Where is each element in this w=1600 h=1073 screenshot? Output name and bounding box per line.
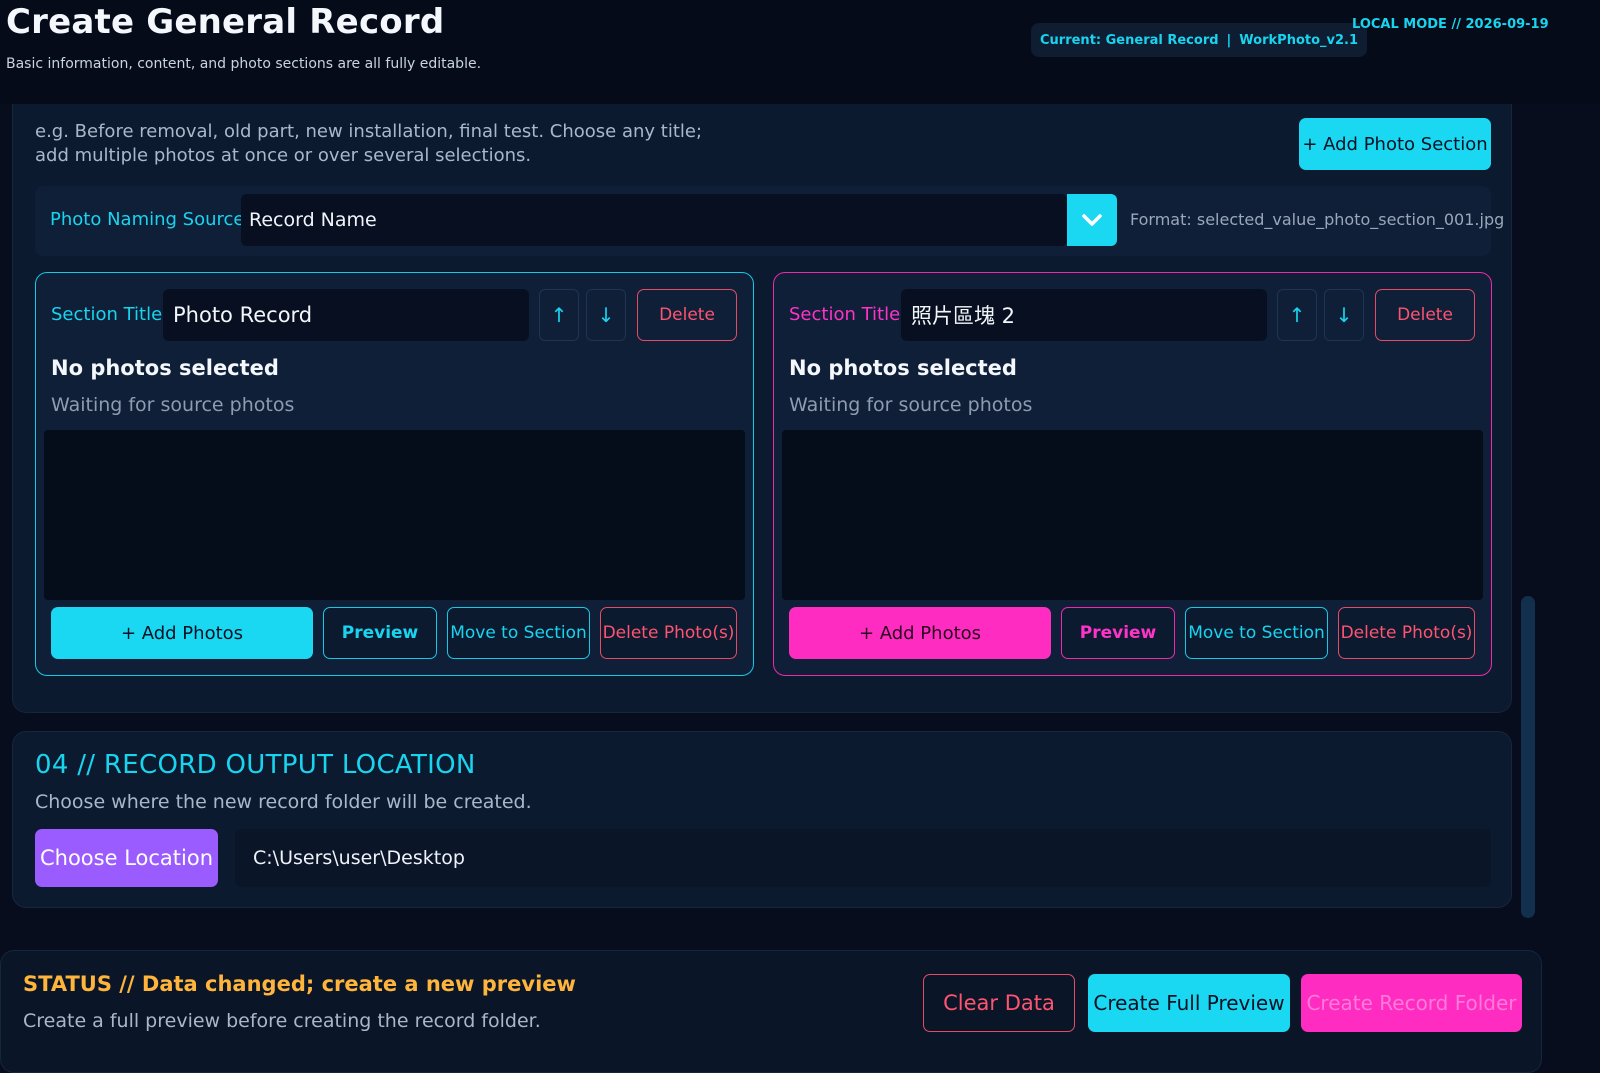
delete-photos-button[interactable]: Delete Photo(s) [1338, 607, 1475, 659]
photo-drop-zone[interactable] [44, 430, 745, 600]
preview-button[interactable]: Preview [1061, 607, 1175, 659]
chevron-down-icon[interactable] [1067, 194, 1117, 246]
delete-section-button[interactable]: Delete [1375, 289, 1475, 341]
move-section-down-button[interactable]: ↓ [1324, 289, 1364, 341]
arrow-down-icon: ↓ [1335, 303, 1353, 327]
output-location-card: 04 // RECORD OUTPUT LOCATION Choose wher… [12, 731, 1512, 908]
status-title: STATUS // Data changed; create a new pre… [23, 972, 576, 996]
current-template-badge: Current: General Record | WorkPhoto_v2.1 [1031, 23, 1368, 57]
empty-state-subtitle: Waiting for source photos [51, 394, 295, 416]
page-title: Create General Record [6, 2, 445, 42]
page-subtitle: Basic information, content, and photo se… [6, 56, 482, 72]
add-photos-button[interactable]: + Add Photos [789, 607, 1051, 659]
clear-data-button[interactable]: Clear Data [923, 974, 1075, 1032]
move-section-up-button[interactable]: ↑ [1277, 289, 1317, 341]
create-full-preview-button[interactable]: Create Full Preview [1088, 974, 1290, 1032]
choose-location-button[interactable]: Choose Location [35, 829, 218, 887]
vertical-scrollbar[interactable] [1521, 596, 1535, 918]
status-description: Create a full preview before creating th… [23, 1010, 541, 1032]
output-path-field[interactable]: C:\Users\user\Desktop [235, 829, 1491, 887]
photo-section-hint: e.g. Before removal, old part, new insta… [35, 121, 703, 166]
status-bar: STATUS // Data changed; create a new pre… [0, 950, 1542, 1073]
current-template-label: Current: General Record [1040, 32, 1219, 48]
move-to-section-button[interactable]: Move to Section [447, 607, 590, 659]
empty-state-title: No photos selected [789, 356, 1017, 380]
badge-separator: | [1226, 32, 1232, 48]
photo-naming-select[interactable]: Record Name [241, 194, 1117, 246]
photo-section-1: Section Title Photo Record ↑ ↓ Delete No… [35, 272, 754, 676]
photo-sections-card: e.g. Before removal, old part, new insta… [12, 104, 1512, 713]
arrow-up-icon: ↑ [550, 303, 568, 327]
output-location-title: 04 // RECORD OUTPUT LOCATION [35, 750, 476, 780]
delete-photos-button[interactable]: Delete Photo(s) [600, 607, 737, 659]
app-header: Create General Record Basic information,… [0, 0, 1600, 104]
section-title-label: Section Title [51, 304, 163, 325]
move-section-down-button[interactable]: ↓ [586, 289, 626, 341]
photo-naming-selected: Record Name [249, 209, 377, 231]
preview-button[interactable]: Preview [323, 607, 437, 659]
arrow-down-icon: ↓ [597, 303, 615, 327]
app-version-label: WorkPhoto_v2.1 [1239, 32, 1359, 48]
move-section-up-button[interactable]: ↑ [539, 289, 579, 341]
mode-date-label: LOCAL MODE // 2026-09-19 [1352, 17, 1549, 32]
photo-section-2: Section Title 照片區塊 2 ↑ ↓ Delete No photo… [773, 272, 1492, 676]
output-location-description: Choose where the new record folder will … [35, 791, 532, 813]
move-to-section-button[interactable]: Move to Section [1185, 607, 1328, 659]
empty-state-subtitle: Waiting for source photos [789, 394, 1033, 416]
photo-naming-format: Format: selected_value_photo_section_001… [1130, 210, 1505, 229]
add-photo-section-button[interactable]: + Add Photo Section [1299, 118, 1491, 170]
arrow-up-icon: ↑ [1288, 303, 1306, 327]
section-title-input[interactable]: 照片區塊 2 [901, 289, 1267, 341]
photo-drop-zone[interactable] [782, 430, 1483, 600]
create-record-folder-button[interactable]: Create Record Folder [1301, 974, 1522, 1032]
photo-naming-label: Photo Naming Source [50, 209, 245, 230]
empty-state-title: No photos selected [51, 356, 279, 380]
section-title-input[interactable]: Photo Record [163, 289, 529, 341]
add-photos-button[interactable]: + Add Photos [51, 607, 313, 659]
delete-section-button[interactable]: Delete [637, 289, 737, 341]
photo-naming-row: Photo Naming Source Record Name Format: … [35, 186, 1504, 256]
section-title-label: Section Title [789, 304, 901, 325]
